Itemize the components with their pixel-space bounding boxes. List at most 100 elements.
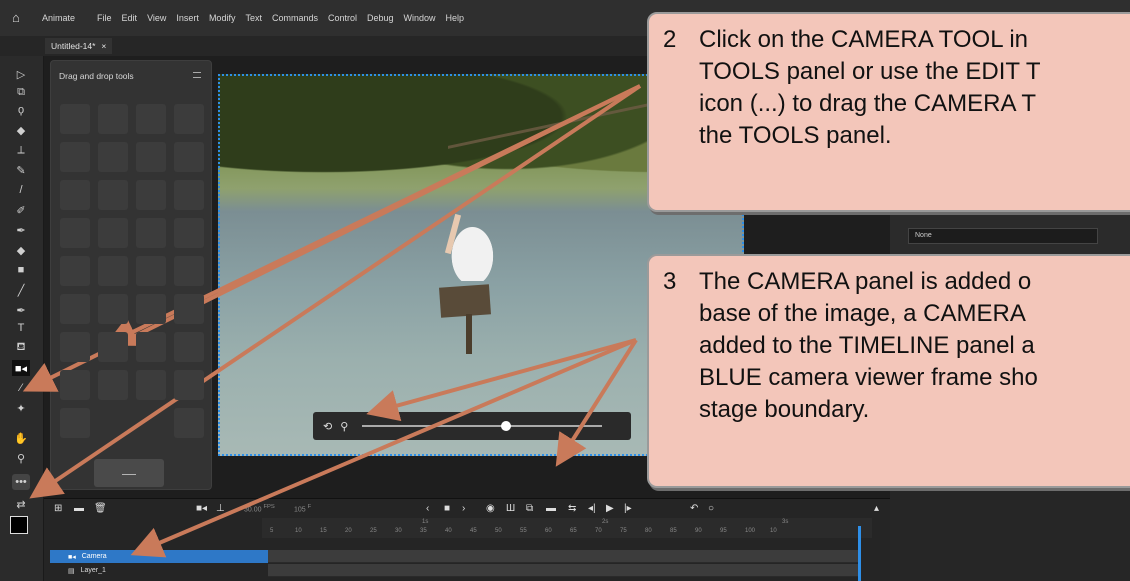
- tool-slot[interactable]: [60, 180, 90, 210]
- step-back-icon[interactable]: ◂|: [588, 503, 596, 514]
- tool-slot[interactable]: [60, 370, 90, 400]
- text-tool-icon[interactable]: T: [12, 320, 30, 336]
- edit-toolbar-icon[interactable]: •••: [12, 474, 30, 490]
- undo-icon[interactable]: ↶: [690, 503, 698, 514]
- empty-tool-slot[interactable]: —: [94, 459, 164, 487]
- timeline-ruler[interactable]: 5 10 15 20 25 30 35 40 45 50 55 60 65 70 75 80 85 90 95 100…: [262, 518, 872, 538]
- tool-slot[interactable]: [174, 104, 204, 134]
- zoom-icon[interactable]: ⚲: [12, 450, 30, 466]
- document-tab[interactable]: Untitled-14* ×: [45, 38, 113, 54]
- lasso-icon[interactable]: ϙ: [12, 102, 30, 118]
- tool-slot[interactable]: [98, 332, 128, 362]
- collapse-timeline-icon[interactable]: ▴: [874, 503, 879, 514]
- tool-slot[interactable]: [98, 256, 128, 286]
- menu-text[interactable]: Text: [245, 13, 262, 23]
- playhead[interactable]: [858, 526, 861, 581]
- swap-colors-icon[interactable]: ⇄: [12, 496, 30, 512]
- menu-insert[interactable]: Insert: [176, 13, 199, 23]
- tool-slot[interactable]: [174, 370, 204, 400]
- tool-slot[interactable]: [136, 218, 166, 248]
- color-effects-select[interactable]: None: [908, 228, 1098, 244]
- tool-slot[interactable]: [60, 256, 90, 286]
- pencil-icon[interactable]: /: [12, 182, 30, 198]
- tool-slot[interactable]: [136, 142, 166, 172]
- layer-depth-icon[interactable]: ⊥: [216, 503, 225, 514]
- paint-bucket-icon[interactable]: ⛾: [12, 340, 30, 356]
- menu-file[interactable]: File: [97, 13, 112, 23]
- menu-commands[interactable]: Commands: [272, 13, 318, 23]
- rectangle-icon[interactable]: ■: [12, 262, 30, 278]
- camera-toggle-icon[interactable]: ▬: [546, 503, 556, 514]
- motion-tween-icon[interactable]: ⧉: [526, 503, 533, 514]
- tool-slot[interactable]: [136, 104, 166, 134]
- panel-menu-icon[interactable]: [193, 72, 201, 78]
- subselect-icon[interactable]: ◆: [12, 122, 30, 138]
- frame-display[interactable]: 105 F: [294, 504, 311, 513]
- camera-zoom-slider[interactable]: [362, 421, 603, 431]
- next-keyframe-icon[interactable]: ›: [462, 503, 465, 514]
- tool-slot[interactable]: [60, 408, 90, 438]
- paint-brush-icon[interactable]: ✐: [12, 202, 30, 218]
- onion-skin-icon[interactable]: ◉: [486, 503, 495, 514]
- menu-window[interactable]: Window: [404, 13, 436, 23]
- insert-keyframe-icon[interactable]: ■: [444, 503, 450, 514]
- eyedropper-icon[interactable]: ⁄: [12, 380, 30, 396]
- stroke-color-swatch[interactable]: [10, 516, 28, 534]
- tool-slot[interactable]: [136, 332, 166, 362]
- menu-debug[interactable]: Debug: [367, 13, 394, 23]
- tool-slot[interactable]: [174, 294, 204, 324]
- close-icon[interactable]: ×: [101, 41, 106, 51]
- new-layer-icon[interactable]: ⊞: [54, 503, 62, 514]
- bone-tool-icon[interactable]: ⟂: [12, 142, 30, 158]
- tool-slot[interactable]: [60, 332, 90, 362]
- camera-zoom-knob[interactable]: [501, 421, 512, 431]
- tool-slot[interactable]: [98, 218, 128, 248]
- tool-slot[interactable]: [136, 256, 166, 286]
- line-icon[interactable]: ╱: [12, 282, 30, 298]
- tool-slot[interactable]: [60, 142, 90, 172]
- camera-tool-icon[interactable]: ■◂: [12, 360, 30, 376]
- menu-view[interactable]: View: [147, 13, 166, 23]
- fps-display[interactable]: 30.00 FPS: [244, 504, 275, 513]
- layer-row-layer1[interactable]: ▤ Layer_1: [50, 564, 268, 577]
- pen-icon[interactable]: ✒: [12, 302, 30, 318]
- delete-layer-icon[interactable]: 🗑: [94, 503, 107, 514]
- add-camera-icon[interactable]: ■◂: [196, 503, 207, 514]
- loop-icon[interactable]: ⇆: [568, 503, 576, 514]
- home-icon[interactable]: ⌂: [12, 11, 26, 25]
- free-transform-icon[interactable]: ⧉: [12, 84, 30, 100]
- tool-slot[interactable]: [98, 180, 128, 210]
- tool-slot[interactable]: [60, 294, 90, 324]
- menu-edit[interactable]: Edit: [122, 13, 138, 23]
- new-folder-icon[interactable]: ▬: [74, 503, 84, 514]
- tool-slot[interactable]: [98, 142, 128, 172]
- timeline-zoom-icon[interactable]: ○: [708, 503, 714, 514]
- camera-rotate-icon[interactable]: ⟲: [323, 420, 332, 433]
- camera-zoom-icon[interactable]: ⚲: [340, 420, 348, 433]
- play-icon[interactable]: ▶: [606, 503, 614, 514]
- tool-slot[interactable]: [174, 218, 204, 248]
- tool-slot[interactable]: [174, 332, 204, 362]
- pin-icon[interactable]: ✦: [12, 400, 30, 416]
- selection-tool-icon[interactable]: ▷: [12, 66, 30, 82]
- tool-slot[interactable]: [136, 180, 166, 210]
- brush-icon[interactable]: ✎: [12, 162, 30, 178]
- tool-slot[interactable]: [174, 180, 204, 210]
- tool-slot[interactable]: [174, 256, 204, 286]
- step-forward-icon[interactable]: |▸: [624, 503, 632, 514]
- layer-row-camera[interactable]: ■◂ Camera: [50, 550, 268, 563]
- eraser-icon[interactable]: ◆: [12, 242, 30, 258]
- tool-slot[interactable]: [60, 104, 90, 134]
- pen-brush-icon[interactable]: ✒: [12, 222, 30, 238]
- frames-camera[interactable]: [268, 550, 858, 563]
- menu-modify[interactable]: Modify: [209, 13, 236, 23]
- tool-slot[interactable]: [174, 142, 204, 172]
- menu-help[interactable]: Help: [446, 13, 465, 23]
- hand-icon[interactable]: ✋: [12, 430, 30, 446]
- tool-slot[interactable]: [98, 104, 128, 134]
- tool-slot[interactable]: [98, 294, 128, 324]
- tool-slot[interactable]: [98, 370, 128, 400]
- edit-multiple-icon[interactable]: Ш: [506, 503, 515, 514]
- tool-slot[interactable]: [174, 408, 204, 438]
- menu-control[interactable]: Control: [328, 13, 357, 23]
